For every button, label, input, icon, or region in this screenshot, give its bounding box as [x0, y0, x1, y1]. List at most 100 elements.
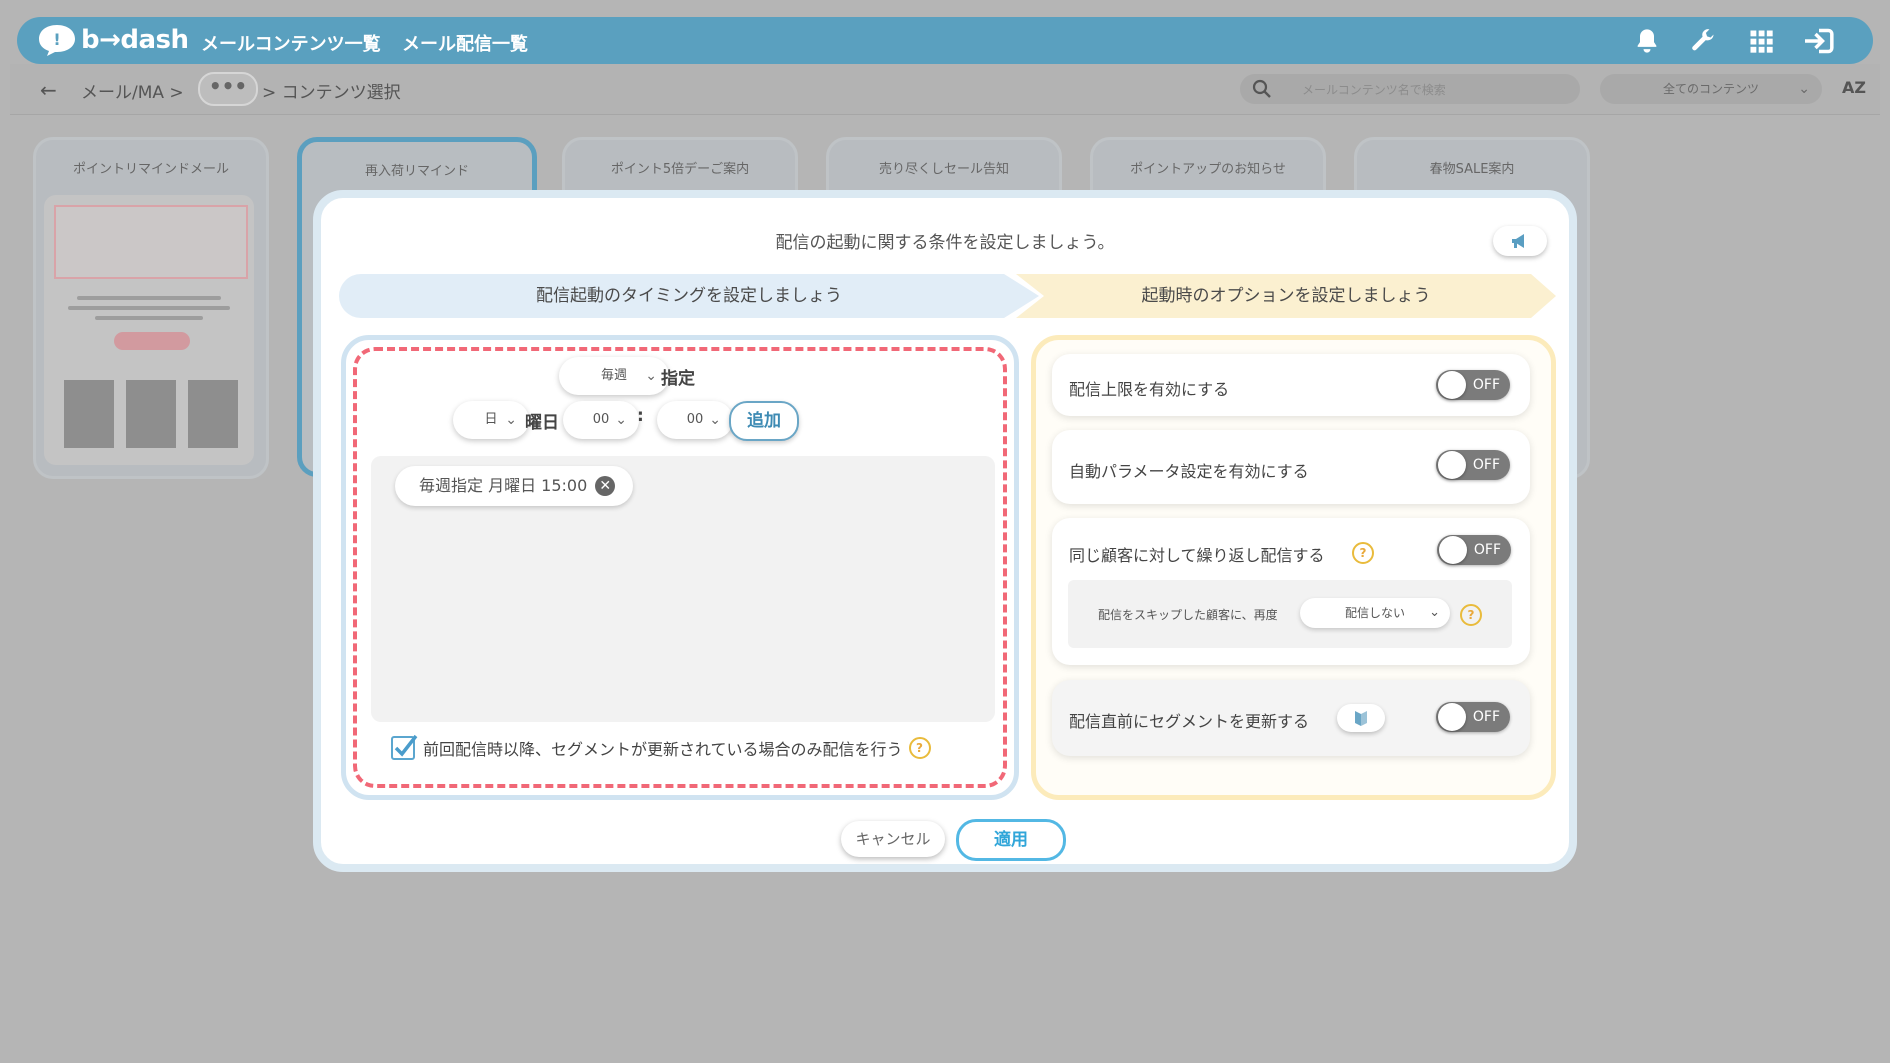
option-label: 配信上限を有効にする	[1069, 380, 1230, 399]
hour-value: 00	[592, 412, 610, 427]
preview-image	[64, 380, 114, 448]
logo-bubble-icon: !	[39, 25, 75, 56]
search-icon	[1252, 79, 1271, 98]
beginner-badge[interactable]	[1337, 704, 1385, 732]
segment-update-checkbox-row[interactable]: 前回配信時以降、セグメントが更新されている場合のみ配信を行う ?	[391, 734, 931, 760]
cancel-button[interactable]: キャンセル	[841, 821, 945, 857]
resend-skipped-label: 配信をスキップした顧客に、再度	[1098, 608, 1278, 622]
toggle-state: OFF	[1472, 709, 1500, 725]
option-auto-params: 自動パラメータ設定を有効にする OFF	[1052, 430, 1530, 504]
back-arrow-icon[interactable]: ←	[40, 78, 57, 102]
schedule-chip-label: 毎週指定 月曜日 15:00	[419, 476, 588, 495]
card-title: 売り尽くしセール告知	[878, 162, 1009, 177]
delivery-limit-toggle[interactable]: OFF	[1436, 370, 1510, 400]
card-title: ポイントアップのお知らせ	[1130, 162, 1286, 177]
weekday-suffix: 曜日	[525, 413, 559, 433]
breadcrumb-more-button[interactable]: •••	[198, 72, 258, 106]
question-icon[interactable]: ?	[1352, 542, 1374, 564]
repeat-delivery-toggle[interactable]: OFF	[1437, 535, 1511, 565]
toggle-state: OFF	[1472, 457, 1500, 473]
search-box[interactable]	[1240, 74, 1580, 104]
breadcrumb-bar: ← メール/MA > ••• > コンテンツ選択 全てのコンテンツ ⌄ AZ	[10, 64, 1880, 115]
nav-mail-contents[interactable]: メールコンテンツ一覧	[201, 30, 381, 56]
option-delivery-limit: 配信上限を有効にする OFF	[1052, 354, 1530, 416]
option-label: 自動パラメータ設定を有効にする	[1069, 462, 1309, 481]
options-panel: 配信上限を有効にする OFF 自動パラメータ設定を有効にする OFF 同じ顧客に…	[1031, 335, 1556, 800]
checkmark-icon	[394, 734, 418, 757]
frequency-suffix: 指定	[661, 369, 695, 389]
toggle-knob	[1438, 371, 1466, 399]
preview-button	[114, 332, 190, 350]
preview-image	[188, 380, 238, 448]
card-title: ポイントリマインドメール	[72, 162, 229, 177]
delivery-trigger-modal: 配信の起動に関する条件を設定しましょう。 配信起動のタイミングを設定しましょう …	[313, 190, 1577, 872]
chevron-down-icon: ⌄	[505, 412, 517, 428]
minute-select[interactable]: 00 ⌄	[657, 401, 733, 439]
breadcrumb-current: > コンテンツ選択	[262, 83, 401, 103]
hour-select[interactable]: 00 ⌄	[563, 401, 639, 439]
preview-image	[126, 380, 176, 448]
top-header: ! b→dash メールコンテンツ一覧 メール配信一覧	[17, 17, 1873, 64]
schedule-list: 毎週指定 月曜日 15:00 ✕	[371, 456, 995, 722]
toggle-knob	[1438, 703, 1466, 731]
toggle-state: OFF	[1473, 542, 1501, 558]
option-label: 配信直前にセグメントを更新する	[1069, 712, 1310, 731]
weekday-select[interactable]: 日 ⌄	[453, 401, 529, 439]
frequency-select[interactable]: 毎週 ⌄	[559, 357, 669, 395]
step-options: 起動時のオプションを設定しましょう	[1016, 274, 1556, 318]
schedule-chip: 毎週指定 月曜日 15:00 ✕	[395, 466, 634, 506]
option-segment-refresh: 配信直前にセグメントを更新する OFF	[1052, 680, 1530, 756]
resend-select[interactable]: 配信しない ⌄	[1300, 598, 1450, 628]
minute-value: 00	[686, 412, 704, 427]
content-card[interactable]: ポイントリマインドメール	[33, 137, 269, 479]
close-icon[interactable]: ✕	[595, 476, 616, 496]
grid-icon[interactable]	[1747, 27, 1775, 55]
help-button[interactable]	[1493, 226, 1547, 256]
add-schedule-button[interactable]: 追加	[729, 401, 799, 441]
chevron-down-icon: ⌄	[1798, 81, 1810, 97]
logo-text: b→dash	[81, 25, 189, 55]
card-title: ポイント5倍デーご案内	[610, 162, 750, 177]
card-title: 再入荷リマインド	[364, 164, 469, 179]
segment-refresh-toggle[interactable]: OFF	[1436, 702, 1510, 732]
auto-params-toggle[interactable]: OFF	[1436, 450, 1510, 480]
logo[interactable]: ! b→dash	[37, 23, 189, 57]
toggle-knob	[1439, 536, 1467, 564]
toggle-state: OFF	[1472, 377, 1500, 393]
option-label: 同じ顧客に対して繰り返し配信する	[1069, 546, 1325, 565]
segment-update-checkbox[interactable]	[391, 734, 418, 760]
content-filter-select[interactable]: 全てのコンテンツ ⌄	[1600, 74, 1822, 104]
preview-banner	[54, 205, 248, 279]
sort-az-icon[interactable]: AZ	[1842, 78, 1866, 97]
beginner-leaf-icon	[1355, 711, 1367, 726]
chevron-down-icon: ⌄	[1429, 605, 1440, 620]
logout-icon[interactable]	[1802, 27, 1836, 55]
modal-title: 配信の起動に関する条件を設定しましょう。	[775, 233, 1115, 253]
timing-panel: 毎週 ⌄ 指定 日 ⌄ 曜日 00 ⌄ : 00 ⌄ 追加 毎週指定 月曜日 1…	[341, 335, 1019, 800]
card-title: 春物SALE案内	[1429, 162, 1515, 177]
chevron-down-icon: ⌄	[709, 412, 721, 428]
bell-icon[interactable]	[1633, 27, 1661, 55]
resend-select-value: 配信しない	[1344, 606, 1405, 620]
svg-text:!: !	[53, 30, 60, 49]
preview-lines	[59, 290, 239, 326]
segment-update-label: 前回配信時以降、セグメントが更新されている場合のみ配信を行う	[423, 740, 903, 759]
question-icon[interactable]: ?	[908, 737, 931, 759]
chevron-down-icon: ⌄	[615, 412, 627, 428]
wrench-icon[interactable]	[1689, 27, 1717, 55]
nav-mail-delivery[interactable]: メール配信一覧	[402, 30, 528, 56]
step-timing: 配信起動のタイミングを設定しましょう	[339, 274, 1039, 318]
card-preview	[44, 195, 254, 465]
megaphone-icon	[1512, 234, 1524, 248]
search-input[interactable]	[1300, 79, 1574, 101]
chevron-down-icon: ⌄	[645, 368, 657, 384]
content-filter-value: 全てのコンテンツ	[1662, 82, 1759, 96]
weekday-value: 日	[484, 412, 498, 427]
toggle-knob	[1438, 451, 1466, 479]
breadcrumb-mail-ma[interactable]: メール/MA >	[81, 78, 184, 103]
apply-button[interactable]: 適用	[956, 819, 1066, 861]
option-repeat-delivery: 同じ顧客に対して繰り返し配信する ? OFF 配信をスキップした顧客に、再度 配…	[1052, 518, 1530, 665]
question-icon[interactable]: ?	[1460, 604, 1482, 626]
frequency-value: 毎週	[600, 368, 627, 383]
highlight-frame: 毎週 ⌄ 指定 日 ⌄ 曜日 00 ⌄ : 00 ⌄ 追加 毎週指定 月曜日 1…	[353, 347, 1007, 788]
